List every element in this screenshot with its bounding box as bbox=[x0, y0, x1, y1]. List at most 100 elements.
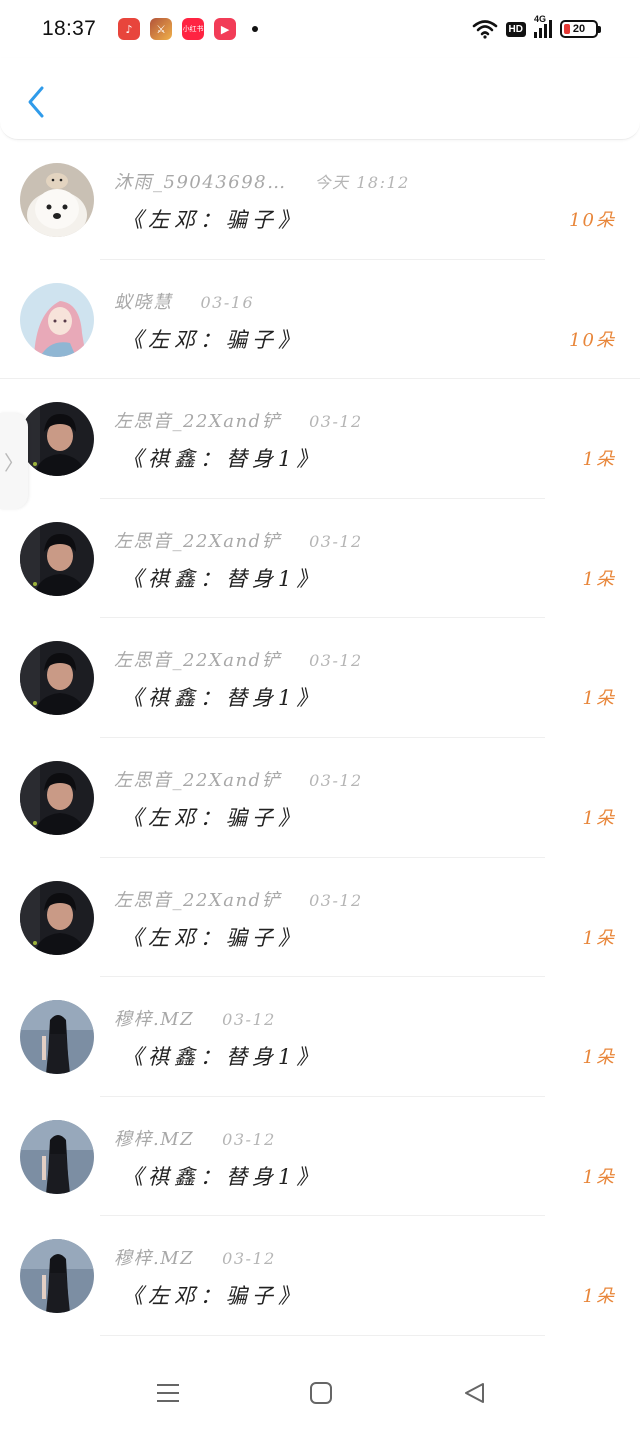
row-meta: 蚁晓慧 03-16 bbox=[114, 288, 254, 314]
avatar[interactable] bbox=[20, 521, 94, 596]
avatar[interactable] bbox=[20, 760, 94, 835]
hd-voice-badge: HD bbox=[505, 21, 526, 37]
avatar-girl-image bbox=[20, 1119, 94, 1194]
battery-indicator: 20 bbox=[560, 20, 601, 38]
username[interactable]: 左思音_22Xand铲 bbox=[114, 407, 281, 433]
username[interactable]: 蚁晓慧 bbox=[114, 288, 173, 314]
list-item[interactable]: 沐雨_59043698… 今天 18:12 《左邓：骗子》 10朵 bbox=[0, 140, 640, 260]
chevron-right-icon: 〉 bbox=[4, 450, 24, 475]
status-time: 18:37 bbox=[42, 17, 97, 40]
record-date: 今天 18:12 bbox=[314, 173, 410, 192]
avatar[interactable] bbox=[20, 880, 94, 955]
list-item[interactable]: 左思音_22Xand铲 03-12 《左邓：骗子》 1朵 bbox=[0, 858, 640, 978]
row-meta: 左思音_22Xand铲 03-12 bbox=[114, 527, 363, 553]
avatar-boy-image bbox=[20, 641, 94, 716]
row-meta: 左思音_22Xand铲 03-12 bbox=[114, 886, 363, 912]
row-meta: 沐雨_59043698… 今天 18:12 bbox=[114, 168, 410, 194]
username[interactable]: 左思音_22Xand铲 bbox=[114, 766, 281, 792]
avatar-boy-image bbox=[20, 760, 94, 835]
avatar[interactable] bbox=[20, 1000, 94, 1075]
notification-icons: ♪ ⚔ 小红书 ▶ bbox=[118, 18, 259, 40]
side-drawer-handle[interactable]: 〉 bbox=[0, 413, 28, 509]
avatar[interactable] bbox=[20, 1119, 94, 1194]
gift-title: 《左邓：骗子》 bbox=[122, 805, 304, 830]
list-item[interactable]: 穆梓.MZ 03-12 《左邓：骗子》 1朵 bbox=[0, 1216, 640, 1336]
avatar-anime-image bbox=[20, 282, 94, 357]
header-bar bbox=[0, 58, 640, 140]
record-date: 03-16 bbox=[200, 292, 255, 312]
flower-count: 1朵 bbox=[582, 807, 616, 829]
avatar-dog-image bbox=[20, 163, 94, 237]
wifi-icon bbox=[472, 20, 497, 39]
avatar[interactable] bbox=[20, 402, 94, 477]
record-date: 03-12 bbox=[222, 1010, 276, 1030]
username[interactable]: 左思音_22Xand铲 bbox=[114, 886, 281, 912]
avatar-girl-image bbox=[20, 1000, 94, 1075]
xiaohongshu-app-icon: 小红书 bbox=[182, 18, 205, 40]
record-date: 03-12 bbox=[309, 651, 363, 671]
list-item[interactable]: 左思音_22Xand铲 03-12 《左邓：骗子》 1朵 bbox=[0, 738, 640, 858]
signal-icon: 4G bbox=[534, 14, 552, 38]
record-date: 03-12 bbox=[309, 770, 363, 790]
avatar-boy-image bbox=[20, 521, 94, 596]
chevron-left-icon bbox=[28, 86, 44, 118]
row-meta: 穆梓.MZ 03-12 bbox=[114, 1125, 276, 1151]
game-app-icon: ⚔ bbox=[150, 18, 173, 40]
record-date: 03-12 bbox=[222, 1249, 276, 1269]
list-item[interactable]: 左思音_22Xand铲 03-12 《祺鑫：替身1》 1朵 bbox=[0, 618, 640, 738]
flower-count: 1朵 bbox=[582, 927, 616, 949]
system-indicators: HD 4G 20 bbox=[472, 14, 601, 39]
list-item[interactable]: 穆梓.MZ 03-12 《祺鑫：替身1》 1朵 bbox=[0, 977, 640, 1097]
home-icon bbox=[310, 1382, 332, 1404]
gift-title: 《祺鑫：替身1》 bbox=[122, 447, 323, 472]
avatar-boy-image bbox=[20, 402, 94, 477]
flower-count: 10朵 bbox=[569, 210, 616, 231]
record-date: 03-12 bbox=[309, 531, 363, 551]
gift-title: 《左邓：骗子》 bbox=[122, 925, 304, 950]
music-app-icon: ♪ bbox=[118, 18, 141, 40]
back-button[interactable] bbox=[18, 78, 54, 126]
username[interactable]: 穆梓.MZ bbox=[114, 1244, 194, 1270]
record-date: 03-12 bbox=[222, 1129, 276, 1149]
list-item[interactable]: 蚁晓慧 03-16 《左邓：骗子》 10朵 bbox=[0, 260, 640, 380]
avatar-girl-image bbox=[20, 1239, 94, 1314]
gift-title: 《祺鑫：替身1》 bbox=[122, 1045, 323, 1070]
record-date: 03-12 bbox=[309, 412, 363, 432]
row-meta: 穆梓.MZ 03-12 bbox=[114, 1005, 276, 1031]
row-meta: 左思音_22Xand铲 03-12 bbox=[114, 646, 363, 672]
gift-record-list: 沐雨_59043698… 今天 18:12 《左邓：骗子》 10朵 蚁晓慧 03-16 《左… bbox=[0, 140, 640, 1336]
home-button[interactable] bbox=[306, 1378, 336, 1408]
row-meta: 左思音_22Xand铲 03-12 bbox=[114, 407, 363, 433]
battery-fill bbox=[564, 24, 570, 34]
avatar[interactable] bbox=[20, 641, 94, 716]
gift-title: 《左邓：骗子》 bbox=[122, 1284, 304, 1309]
avatar[interactable] bbox=[20, 282, 94, 357]
record-date: 03-12 bbox=[309, 890, 363, 910]
avatar-boy-image bbox=[20, 880, 94, 955]
back-nav-button[interactable] bbox=[459, 1378, 489, 1408]
flower-count: 1朵 bbox=[582, 688, 616, 710]
menu-button[interactable] bbox=[153, 1378, 183, 1408]
gift-title: 《左邓：骗子》 bbox=[122, 208, 304, 232]
username[interactable]: 左思音_22Xand铲 bbox=[114, 646, 281, 672]
flower-count: 1朵 bbox=[582, 1286, 616, 1308]
row-meta: 穆梓.MZ 03-12 bbox=[114, 1244, 276, 1270]
divider bbox=[100, 1334, 545, 1336]
row-meta: 左思音_22Xand铲 03-12 bbox=[114, 766, 363, 792]
username[interactable]: 穆梓.MZ bbox=[114, 1125, 194, 1151]
list-item[interactable]: 左思音_22Xand铲 03-12 《祺鑫：替身1》 1朵 bbox=[0, 379, 640, 499]
avatar[interactable] bbox=[20, 163, 94, 237]
flower-count: 10朵 bbox=[569, 329, 616, 351]
gift-title: 《祺鑫：替身1》 bbox=[122, 1164, 323, 1189]
gift-title: 《祺鑫：替身1》 bbox=[122, 566, 323, 591]
list-item[interactable]: 穆梓.MZ 03-12 《祺鑫：替身1》 1朵 bbox=[0, 1097, 640, 1217]
list-item[interactable]: 左思音_22Xand铲 03-12 《祺鑫：替身1》 1朵 bbox=[0, 499, 640, 619]
avatar[interactable] bbox=[20, 1239, 94, 1314]
video-app-icon: ▶ bbox=[214, 18, 237, 40]
username[interactable]: 左思音_22Xand铲 bbox=[114, 527, 281, 553]
username[interactable]: 沐雨_59043698… bbox=[114, 168, 287, 194]
battery-level: 20 bbox=[572, 23, 586, 35]
network-type-label: 4G bbox=[534, 14, 547, 24]
username[interactable]: 穆梓.MZ bbox=[114, 1005, 194, 1031]
flower-count: 1朵 bbox=[582, 1166, 616, 1188]
